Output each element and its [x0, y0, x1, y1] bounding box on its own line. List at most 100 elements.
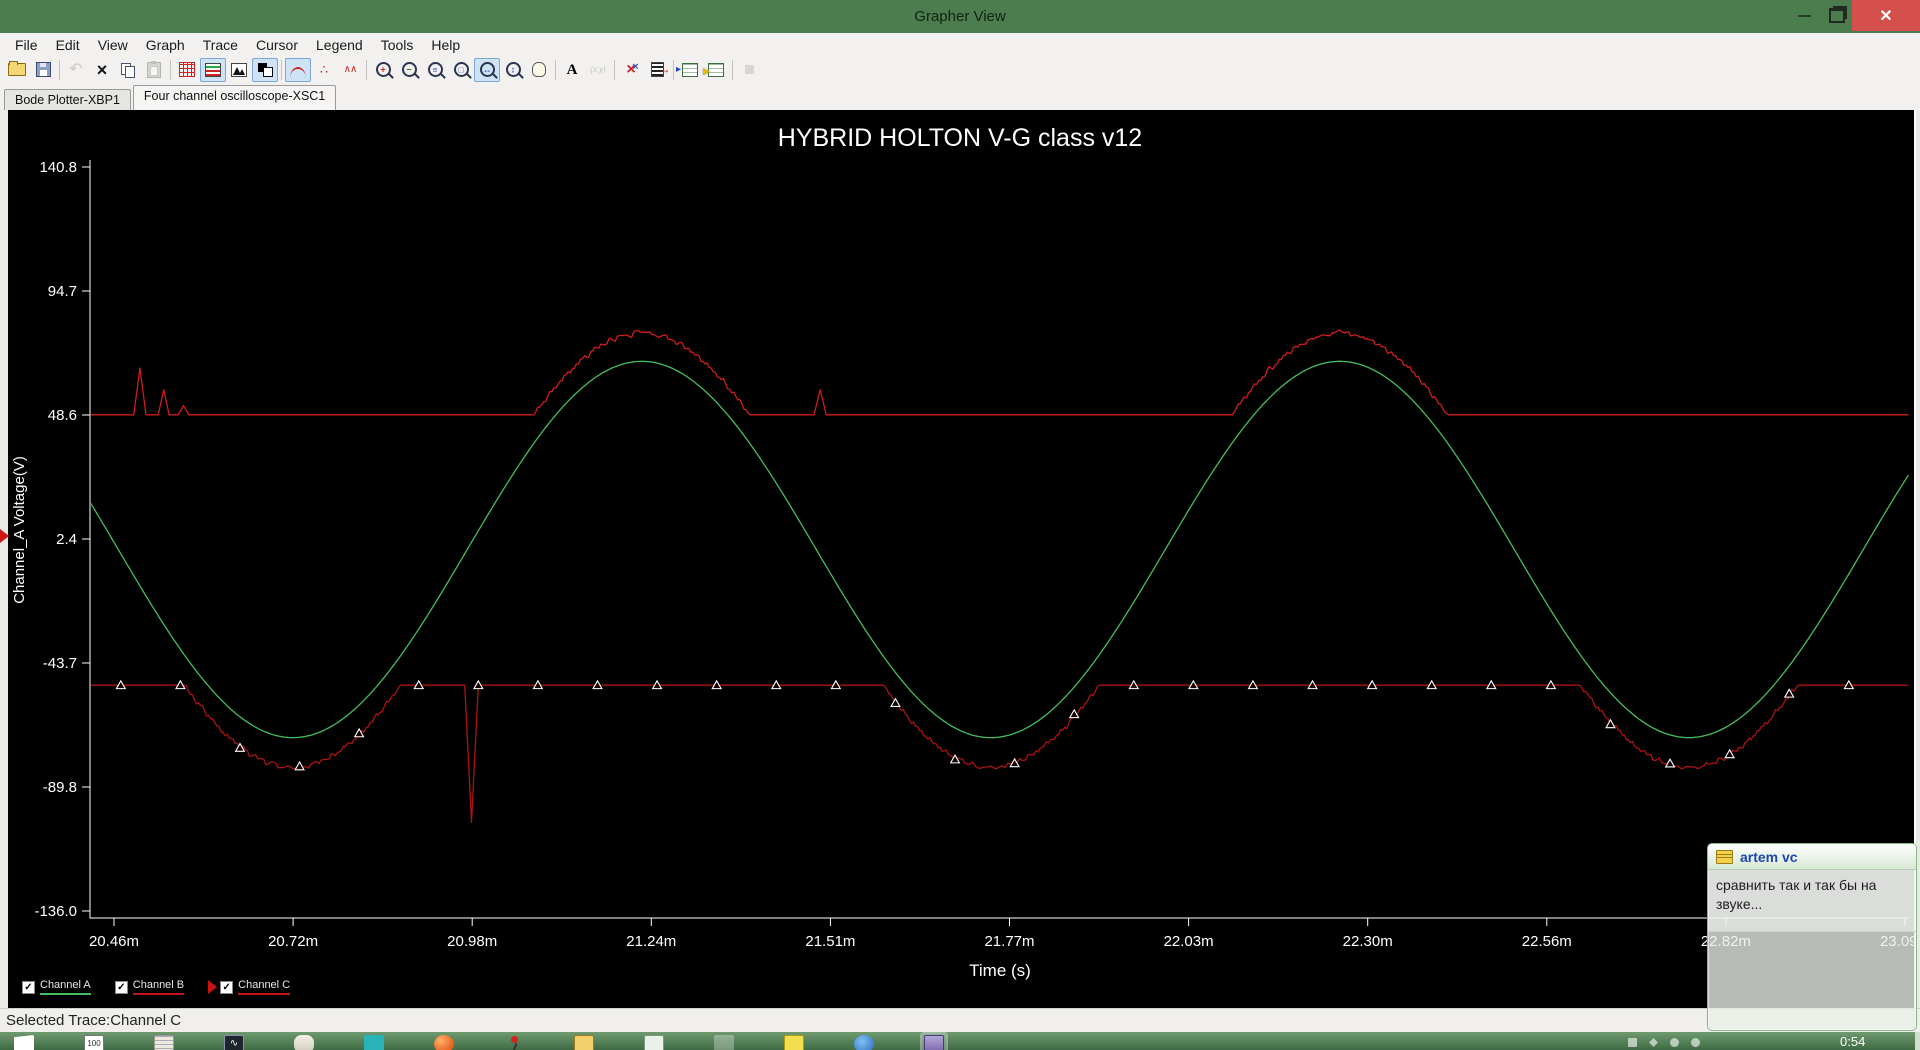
-button[interactable] [736, 58, 762, 82]
-icon [650, 62, 671, 77]
taskbar--button[interactable] [852, 1034, 876, 1050]
taskbar--button[interactable] [502, 1034, 526, 1050]
-button[interactable] [422, 58, 448, 82]
-button[interactable] [474, 57, 500, 82]
-icon[interactable] [1670, 1038, 1679, 1047]
y-tick-label: 140.8 [39, 159, 77, 176]
restore-button[interactable] [1822, 0, 1852, 31]
taskbar--button[interactable]: 100 [82, 1034, 106, 1050]
menu-item-[interactable]: Trace [194, 34, 247, 56]
menu-item-[interactable]: Legend [307, 34, 372, 56]
menu-item-[interactable]: Graph [137, 34, 194, 56]
close-button[interactable]: ✕ [1852, 0, 1920, 31]
-button[interactable] [644, 58, 671, 82]
menu-item-[interactable]: Help [422, 34, 469, 56]
chat-popup-header[interactable]: artem vc [1708, 844, 1916, 870]
taskbar--button[interactable] [12, 1034, 36, 1050]
-icon [567, 61, 578, 79]
-icon [434, 1035, 454, 1050]
taskbar-items: 100 ∿ [12, 1034, 946, 1050]
legend-checkbox[interactable] [220, 980, 234, 994]
-icon [69, 60, 82, 80]
-button[interactable] [200, 57, 226, 82]
-button[interactable] [226, 58, 252, 82]
-icon [626, 61, 639, 79]
toolbar-separator [170, 59, 171, 80]
taskbar--button[interactable] [642, 1034, 666, 1050]
y-tick-label: 2.4 [56, 531, 77, 548]
taskbar--button[interactable] [922, 1034, 946, 1050]
-button[interactable] [30, 58, 56, 82]
-button[interactable] [396, 58, 422, 82]
-button[interactable] [676, 58, 703, 82]
-button[interactable] [252, 57, 278, 82]
x-tick-label: 21.51m [805, 933, 855, 950]
close-icon: ✕ [1879, 7, 1893, 25]
-button[interactable] [141, 58, 167, 82]
-button[interactable] [63, 58, 89, 82]
taskbar--button[interactable]: ∿ [222, 1034, 246, 1050]
taskbar--button[interactable] [782, 1034, 806, 1050]
tab-[interactable]: Bode Plotter-XBP1 [4, 89, 131, 110]
-icon[interactable] [1628, 1038, 1637, 1047]
-button[interactable] [703, 58, 729, 82]
-icon [320, 61, 328, 79]
taskbar--button[interactable] [432, 1034, 456, 1050]
taskbar--button[interactable] [362, 1034, 386, 1050]
-icon [14, 1035, 34, 1050]
menu-item-[interactable]: Cursor [247, 34, 307, 56]
toolbar-separator [59, 59, 60, 80]
-button[interactable] [285, 57, 311, 82]
-icon[interactable] [1691, 1038, 1700, 1047]
title-bar[interactable]: Grapher View ✕ [0, 0, 1920, 33]
y-tick-label: -43.7 [43, 655, 77, 672]
-icon [590, 61, 606, 79]
legend-item-[interactable]: Channel B [114, 979, 185, 995]
legend-label: Channel C [238, 979, 291, 995]
-icon[interactable] [1649, 1038, 1658, 1047]
-icon [154, 1035, 174, 1050]
menu-item-[interactable]: View [89, 34, 137, 56]
legend-checkbox[interactable] [114, 980, 128, 994]
-button[interactable] [370, 58, 396, 82]
-button[interactable] [526, 58, 552, 82]
-button[interactable] [4, 58, 30, 82]
-button[interactable] [115, 58, 141, 82]
menu-item-[interactable]: File [6, 34, 47, 56]
y-axis-selected-trace-arrow-icon [0, 529, 9, 543]
-button[interactable] [618, 58, 644, 82]
-button[interactable] [337, 58, 363, 82]
legend-label: Channel B [132, 979, 185, 995]
-button[interactable] [448, 58, 474, 82]
channel-c-marker [890, 697, 901, 707]
menu-item-[interactable]: Edit [47, 34, 89, 56]
legend-checkbox[interactable] [22, 980, 35, 994]
menu-item-[interactable]: Tools [372, 34, 423, 56]
-icon [714, 1035, 734, 1050]
chat-popup[interactable]: artem vc сравнить так и так бы на звуке.… [1707, 843, 1917, 1031]
-icon [179, 62, 195, 77]
taskbar--button[interactable] [292, 1034, 316, 1050]
channel-b-trace [91, 329, 1909, 416]
x-tick-label: 20.98m [447, 933, 497, 950]
-button[interactable] [500, 58, 526, 82]
taskbar--button[interactable] [152, 1034, 176, 1050]
-button[interactable] [559, 58, 585, 82]
-button[interactable] [311, 58, 337, 82]
minimize-button[interactable] [1786, 0, 1822, 31]
-button[interactable] [585, 58, 611, 82]
taskbar-clock[interactable]: 0:54 [1840, 1034, 1865, 1049]
taskbar--button[interactable] [572, 1034, 596, 1050]
-icon [532, 62, 546, 77]
-button[interactable] [89, 58, 115, 82]
tab-bar: Bode Plotter-XBP1 Four channel oscillosc… [0, 82, 1920, 110]
graph-plot-area[interactable]: HYBRID HOLTON V-G class v12 Channel_A Vol… [8, 110, 1916, 1008]
channel-c-marker [1605, 718, 1616, 729]
show-desktop-button[interactable] [1915, 1032, 1920, 1050]
tab-[interactable]: Four channel oscilloscope-XSC1 [132, 85, 337, 110]
-button[interactable] [174, 58, 200, 82]
toolbar-separator [614, 59, 615, 80]
taskbar--button[interactable] [712, 1034, 736, 1050]
legend-item-[interactable]: Channel C [208, 979, 291, 995]
legend-item-[interactable]: Channel A [22, 979, 91, 995]
